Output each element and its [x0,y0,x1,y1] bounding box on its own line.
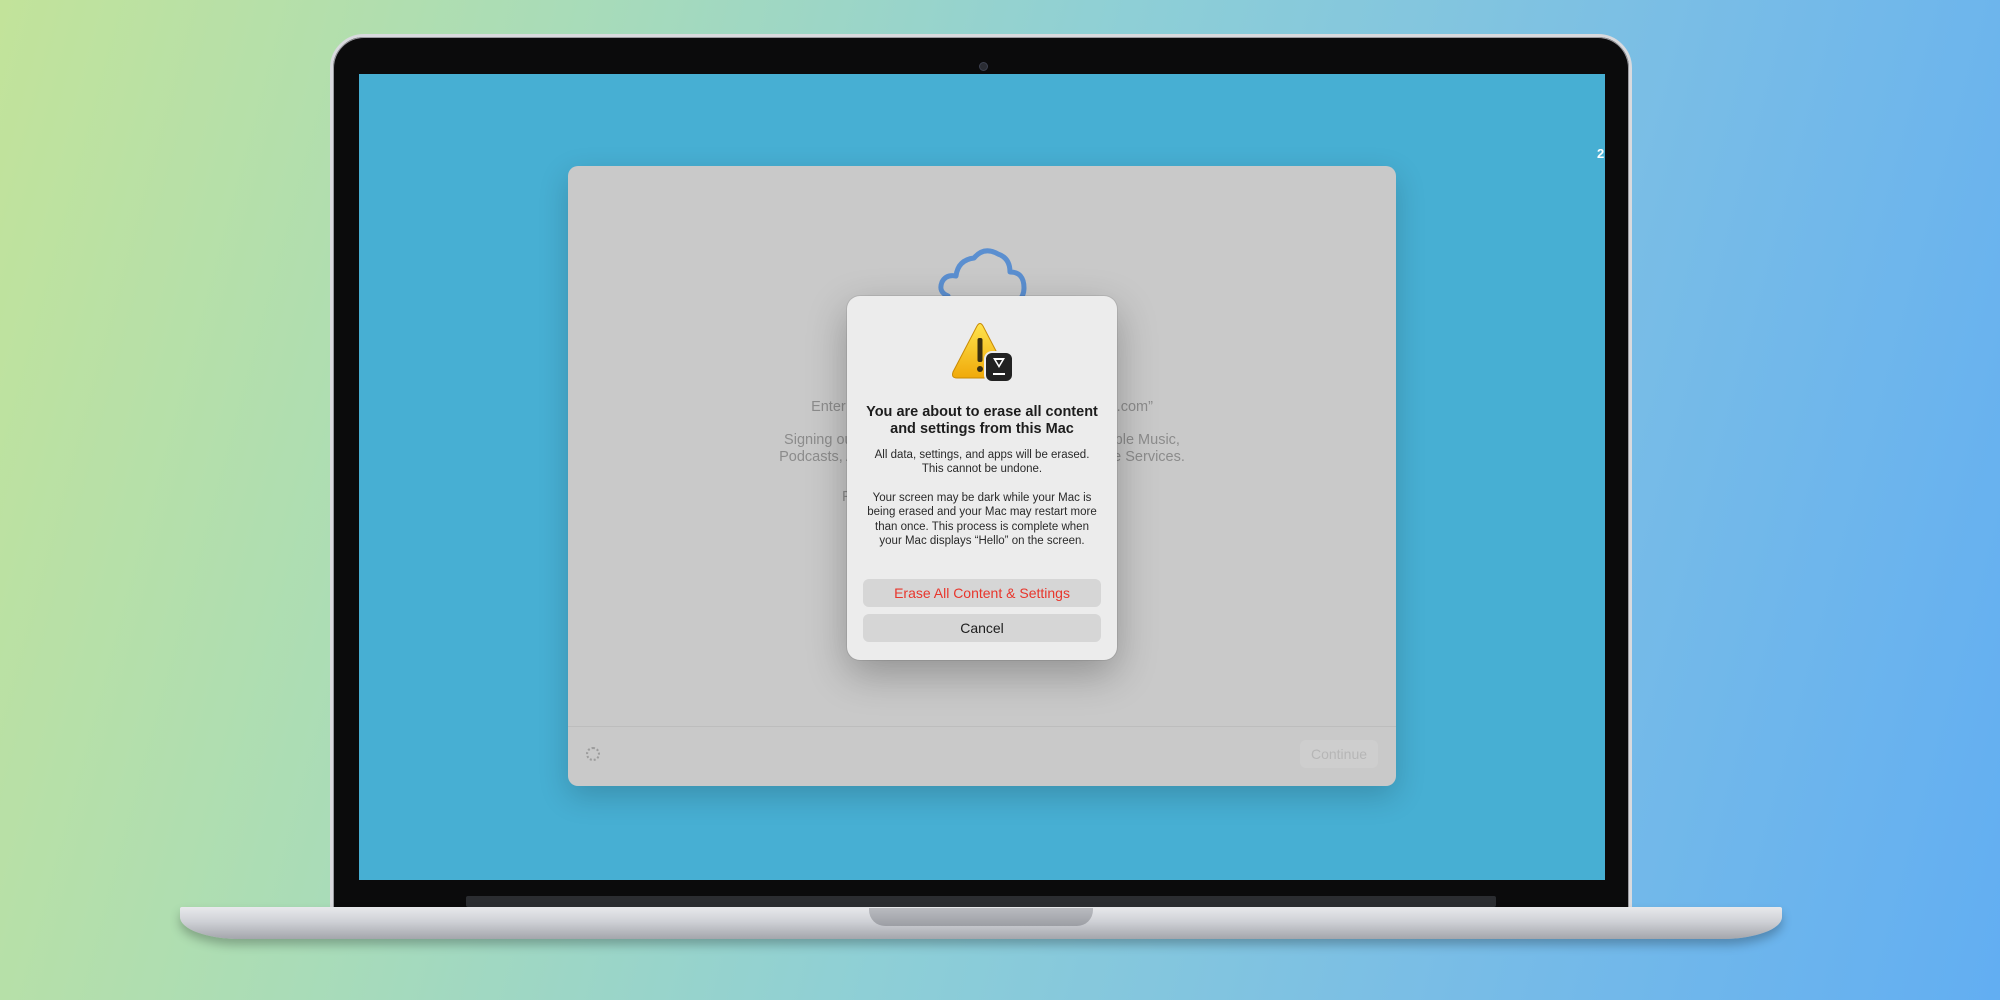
spinner-icon [586,747,600,761]
alert-message-1: All data, settings, and apps will be era… [874,449,1090,476]
mac-screen: 2 SiD Enter the pcloud.com” Signing outp… [359,74,1605,880]
cancel-button[interactable]: Cancel [863,614,1101,642]
caution-icon [952,323,1014,383]
alert-message-2: Your screen may be dark while your Mac i… [867,492,1097,548]
macbook-thumb-notch [869,908,1093,926]
erase-all-content-button[interactable]: Erase All Content & Settings [863,579,1101,607]
macbook-hinge [466,896,1496,907]
icloud-icon [938,248,1027,304]
footer-divider [568,726,1396,727]
camera-icon [979,62,988,71]
erase-alert-dialog: You are about to erase all content and s… [847,296,1117,660]
alert-title: You are about to erase all content and s… [866,404,1098,437]
continue-button[interactable]: Continue [1300,740,1378,768]
screen-corner-mark: 2 [1597,146,1605,161]
